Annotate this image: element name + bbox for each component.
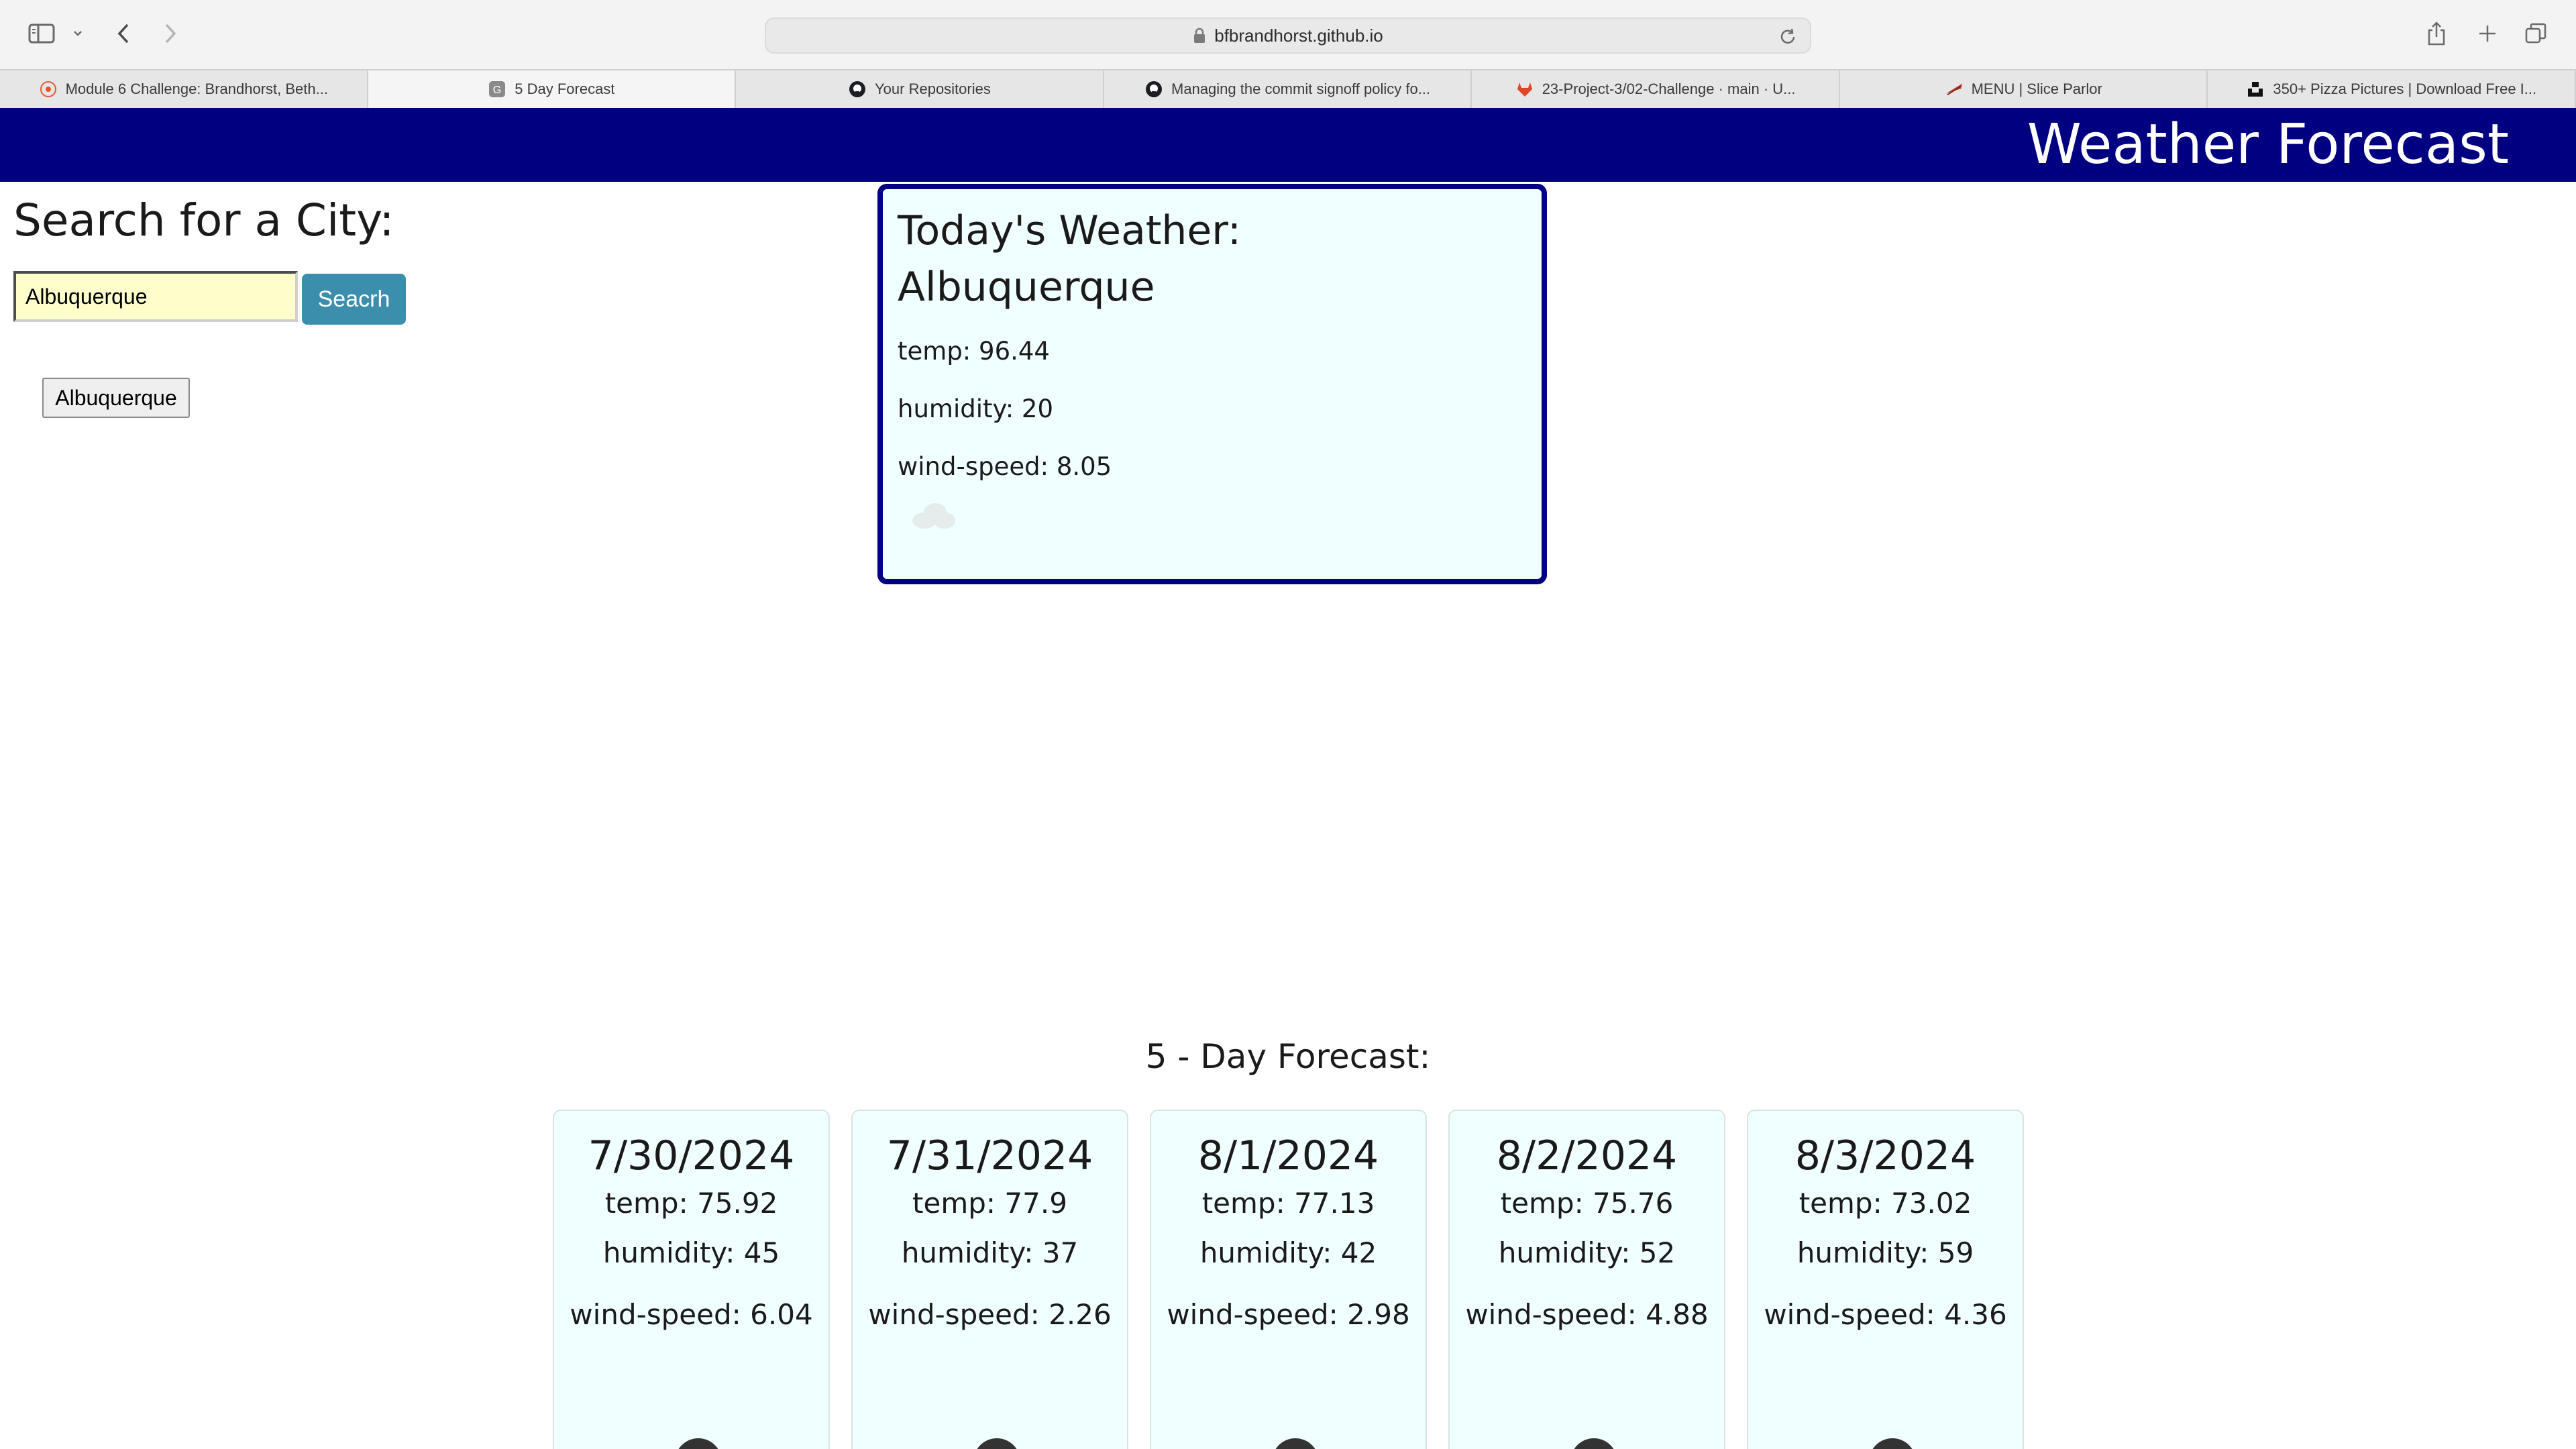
browser-tab[interactable]: Module 6 Challenge: Brandhorst, Beth... — [0, 70, 368, 108]
forecast-date: 8/1/2024 — [1197, 1132, 1379, 1179]
today-city: Albuquerque — [898, 264, 1155, 311]
forecast-temp: temp: 75.92 — [604, 1187, 778, 1220]
sidebar-toggle-icon[interactable] — [27, 17, 56, 50]
browser-tab[interactable]: MENU | Slice Parlor — [1840, 70, 2208, 108]
forecast-card: 8/3/2024 temp: 73.02 humidity: 59 wind-s… — [1747, 1110, 2024, 1449]
github-icon — [848, 80, 867, 99]
browser-tab[interactable]: 23-Project-3/02-Challenge · main · U... — [1472, 70, 1840, 108]
lock-icon — [1194, 28, 1205, 43]
page-title: Weather Forecast — [2027, 113, 2509, 176]
forecast-cards: 7/30/2024 temp: 75.92 humidity: 45 wind-… — [553, 1110, 2024, 1449]
today-humidity: humidity: 20 — [898, 394, 1054, 423]
forecast-temp: temp: 77.9 — [912, 1187, 1067, 1220]
weather-icon — [1869, 1438, 1916, 1449]
weather-icon — [973, 1438, 1020, 1449]
svg-text:G: G — [493, 85, 501, 96]
reload-icon[interactable] — [1778, 27, 1798, 47]
address-url: bfbrandhorst.github.io — [1214, 25, 1383, 46]
forecast-date: 8/3/2024 — [1794, 1132, 1976, 1179]
g-icon: G — [488, 80, 506, 99]
unsplash-icon — [2246, 80, 2265, 99]
forecast-humidity: humidity: 52 — [1498, 1236, 1676, 1269]
browser-tab-title: 23-Project-3/02-Challenge · main · U... — [1542, 80, 1796, 97]
pizza-icon — [1945, 80, 1964, 99]
browser-tab-active[interactable]: G 5 Day Forecast — [368, 70, 737, 108]
chevron-down-icon[interactable] — [70, 17, 86, 50]
gitlab-icon — [1515, 80, 1534, 99]
share-icon[interactable] — [2423, 17, 2450, 50]
page-header: Weather Forecast — [0, 108, 2576, 182]
today-wind-speed: wind-speed: 8.05 — [898, 452, 1112, 481]
forecast-temp: temp: 73.02 — [1799, 1187, 1972, 1220]
browser-tab-title: Managing the commit signoff policy fo... — [1171, 80, 1431, 97]
forecast-card: 8/2/2024 temp: 75.76 humidity: 52 wind-s… — [1448, 1110, 1725, 1449]
today-heading: Today's Weather: — [898, 207, 1242, 254]
forecast-date: 8/2/2024 — [1496, 1132, 1678, 1179]
cloud-icon — [912, 503, 955, 529]
weather-icon — [675, 1438, 722, 1449]
forecast-card: 7/31/2024 temp: 77.9 humidity: 37 wind-s… — [851, 1110, 1128, 1449]
browser-tab-title: Module 6 Challenge: Brandhorst, Beth... — [65, 80, 328, 97]
forecast-wind-speed: wind-speed: 6.04 — [570, 1298, 813, 1331]
weather-icon — [1570, 1438, 1617, 1449]
forecast-heading: 5 - Day Forecast: — [1145, 1037, 1431, 1076]
browser-tab-title: MENU | Slice Parlor — [1971, 80, 2102, 97]
browser-tab[interactable]: 350+ Pizza Pictures | Download Free I... — [2208, 70, 2576, 108]
tab-overview-icon[interactable] — [2522, 17, 2549, 50]
new-tab-icon[interactable] — [2474, 17, 2501, 50]
forecast-card: 8/1/2024 temp: 77.13 humidity: 42 wind-s… — [1150, 1110, 1427, 1449]
forecast-wind-speed: wind-speed: 4.88 — [1465, 1298, 1709, 1331]
tab-strip: Module 6 Challenge: Brandhorst, Beth... … — [0, 69, 2576, 108]
forecast-card: 7/30/2024 temp: 75.92 humidity: 45 wind-… — [553, 1110, 830, 1449]
forecast-wind-speed: wind-speed: 2.98 — [1167, 1298, 1410, 1331]
weather-icon — [1272, 1438, 1319, 1449]
forecast-wind-speed: wind-speed: 4.36 — [1764, 1298, 2007, 1331]
address-bar[interactable]: bfbrandhorst.github.io — [765, 17, 1811, 54]
forecast-humidity: humidity: 37 — [901, 1236, 1079, 1269]
browser-tab-title: Your Repositories — [875, 80, 991, 97]
forecast-humidity: humidity: 42 — [1199, 1236, 1377, 1269]
github-icon — [1144, 80, 1163, 99]
browser-tab[interactable]: Your Repositories — [736, 70, 1104, 108]
forward-arrow-icon[interactable] — [158, 17, 182, 50]
search-history-button[interactable]: Albuquerque — [42, 378, 190, 418]
forecast-date: 7/30/2024 — [588, 1132, 795, 1179]
browser-toolbar: bfbrandhorst.github.io — [0, 0, 2576, 69]
browser-tab-title: 5 Day Forecast — [515, 80, 615, 97]
forecast-humidity: humidity: 59 — [1796, 1236, 1974, 1269]
browser-tab-title: 350+ Pizza Pictures | Download Free I... — [2273, 80, 2537, 97]
forecast-date: 7/31/2024 — [886, 1132, 1093, 1179]
forecast-temp: temp: 77.13 — [1201, 1187, 1375, 1220]
today-temp: temp: 96.44 — [898, 337, 1050, 366]
search-heading: Search for a City: — [13, 195, 394, 246]
today-weather-card: Today's Weather: Albuquerque temp: 96.44… — [877, 184, 1547, 584]
forecast-temp: temp: 75.76 — [1500, 1187, 1674, 1220]
city-search-input[interactable]: Albuquerque — [13, 271, 298, 322]
forecast-wind-speed: wind-speed: 2.26 — [868, 1298, 1112, 1331]
canvas-icon — [39, 80, 58, 99]
forecast-humidity: humidity: 45 — [602, 1236, 780, 1269]
back-arrow-icon[interactable] — [111, 17, 136, 50]
browser-tab[interactable]: Managing the commit signoff policy fo... — [1104, 70, 1472, 108]
search-button[interactable]: Seacrh — [302, 274, 406, 325]
